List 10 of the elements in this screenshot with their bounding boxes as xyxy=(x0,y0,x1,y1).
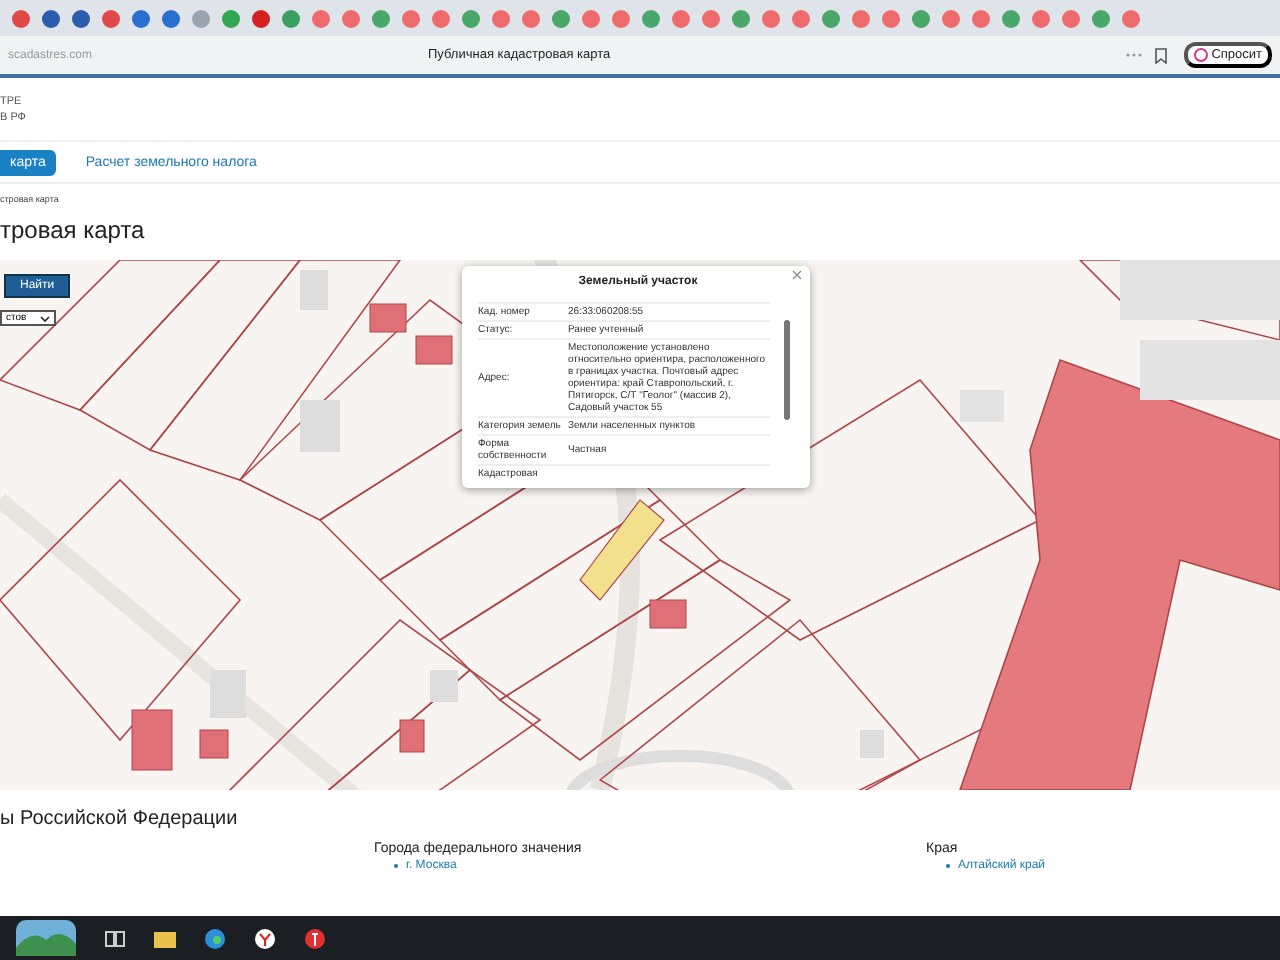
chevron-down-icon[interactable] xyxy=(40,315,50,321)
page-heading: тровая карта xyxy=(0,214,147,244)
section-title: ы Российской Федерации xyxy=(0,808,240,830)
landscape-icon[interactable] xyxy=(16,920,76,956)
scrollbar-thumb[interactable] xyxy=(784,320,790,420)
folder-icon[interactable] xyxy=(154,927,176,949)
task-view-icon[interactable] xyxy=(104,927,126,949)
bookmark-icon[interactable] xyxy=(1153,47,1168,63)
close-icon[interactable] xyxy=(792,270,802,280)
more-icon[interactable] xyxy=(1125,52,1142,58)
